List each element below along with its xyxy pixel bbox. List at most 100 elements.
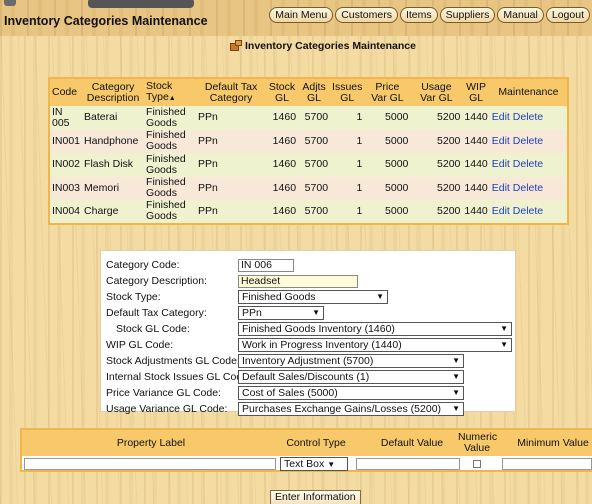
category-code-label: Category Code: [106, 259, 180, 271]
cell-tax: PPn [196, 106, 267, 130]
properties-table: Property Label Control Type Default Valu… [20, 428, 592, 472]
app-title: Inventory Categories Maintenance [4, 14, 208, 28]
numeric-value-checkbox[interactable] [473, 460, 481, 468]
cell-code: IN001 [49, 129, 83, 153]
dropdown-arrow-icon: ▼ [500, 340, 508, 349]
cell-stock-gl: 1460 [266, 200, 299, 224]
cell-stock-type: Finished Goods [144, 106, 197, 130]
edit-link[interactable]: Edit [492, 135, 510, 147]
minimum-value-header: Minimum Value [517, 437, 589, 449]
category-code-input[interactable]: IN 006 [238, 258, 294, 272]
col-adjts-gl[interactable]: Adjts GL [298, 78, 331, 106]
main-nav: Main Menu Customers Items Suppliers Manu… [269, 7, 590, 23]
nav-manual[interactable]: Manual [497, 7, 544, 23]
cell-adjts-gl: 5700 [298, 153, 331, 177]
cell-stock-gl: 1460 [266, 106, 299, 130]
cell-usage-var-gl: 5200 [410, 200, 463, 224]
cell-tax: PPn [196, 200, 267, 224]
stock-gl-select[interactable]: Finished Goods Inventory (1460) ▼ [238, 322, 512, 336]
cell-code: IN 005 [49, 106, 83, 130]
cell-price-var-gl: 5000 [364, 129, 411, 153]
property-label-header: Property Label [116, 437, 186, 449]
default-value-input[interactable] [356, 458, 460, 470]
category-description-label: Category Description: [106, 275, 207, 287]
delete-link[interactable]: Delete [513, 135, 543, 147]
stock-gl-label: Stock GL Code: [116, 323, 190, 335]
property-label-input[interactable] [24, 458, 276, 470]
col-stock-gl[interactable]: Stock GL [266, 78, 299, 106]
form-row-tax-category: Default Tax Category: PPn ▼ [101, 305, 515, 321]
edit-link[interactable]: Edit [492, 182, 510, 194]
category-form: Category Code: IN 006 Category Descripti… [100, 250, 516, 416]
delete-link[interactable]: Delete [513, 182, 543, 194]
col-usage-var-gl[interactable]: Usage Var GL [410, 78, 463, 106]
edit-link[interactable]: Edit [492, 111, 510, 123]
form-row-category-description: Category Description: Headset [101, 273, 515, 289]
table-row: IN 005 Baterai Finished Goods PPn 1460 5… [49, 106, 568, 130]
cell-tax: PPn [196, 129, 267, 153]
cell-wip-gl: 1440 [462, 129, 490, 153]
control-type-select[interactable]: Text Box ▼ [280, 457, 348, 471]
col-tax-category[interactable]: Default Tax Category [196, 78, 267, 106]
col-code[interactable]: Code [49, 78, 83, 106]
delete-link[interactable]: Delete [513, 111, 543, 123]
issues-gl-select[interactable]: Default Sales/Discounts (1) ▼ [238, 370, 464, 384]
cell-tax: PPn [196, 176, 267, 200]
cell-tax: PPn [196, 153, 267, 177]
sort-arrow-icon: ▲ [168, 95, 176, 102]
cell-issues-gl: 1 [330, 176, 365, 200]
delete-link[interactable]: Delete [513, 205, 543, 217]
cell-stock-gl: 1460 [266, 153, 299, 177]
col-stock-type[interactable]: Stock Type▲ [144, 78, 197, 106]
col-price-var-gl[interactable]: Price Var GL [364, 78, 411, 106]
form-row-issues-gl: Internal Stock Issues GL Code: Default S… [101, 369, 515, 385]
minimum-value-input[interactable] [502, 458, 592, 470]
default-value-header: Default Value [380, 437, 444, 449]
cell-stock-gl: 1460 [266, 129, 299, 153]
form-row-wip-gl: WIP GL Code: Work in Progress Inventory … [101, 337, 515, 353]
wip-gl-select[interactable]: Work in Progress Inventory (1440) ▼ [238, 338, 512, 352]
cell-maintenance: Edit Delete [489, 129, 568, 153]
col-maintenance: Maintenance [489, 78, 568, 106]
table-row: IN004 Charge Finished Goods PPn 1460 570… [49, 200, 568, 224]
cell-code: IN002 [49, 153, 83, 177]
dropdown-arrow-icon: ▼ [452, 356, 460, 365]
col-description[interactable]: Category Description [82, 78, 145, 106]
cell-price-var-gl: 5000 [364, 153, 411, 177]
nav-customers[interactable]: Customers [335, 7, 398, 23]
cell-usage-var-gl: 5200 [410, 129, 463, 153]
edit-link[interactable]: Edit [492, 205, 510, 217]
edit-link[interactable]: Edit [492, 158, 510, 170]
adjustments-gl-label: Stock Adjustments GL Code: [106, 355, 240, 367]
numeric-value-header: Numeric Value [458, 431, 498, 454]
cell-issues-gl: 1 [330, 129, 365, 153]
table-header-row: Code Category Description Stock Type▲ De… [49, 78, 568, 106]
form-row-category-code: Category Code: IN 006 [101, 257, 515, 273]
nav-main-menu[interactable]: Main Menu [269, 7, 334, 23]
cell-price-var-gl: 5000 [364, 176, 411, 200]
col-wip-gl[interactable]: WIP GL [462, 78, 490, 106]
tax-category-select[interactable]: PPn ▼ [238, 306, 324, 320]
category-description-input[interactable]: Headset [238, 274, 358, 288]
nav-logout[interactable]: Logout [545, 7, 590, 23]
col-issues-gl[interactable]: Issues GL [330, 78, 365, 106]
cell-wip-gl: 1440 [462, 106, 490, 130]
dropdown-arrow-icon: ▼ [452, 404, 460, 413]
cell-stock-type: Finished Goods [144, 176, 197, 200]
form-row-stock-gl: Stock GL Code: Finished Goods Inventory … [101, 321, 515, 337]
usage-var-gl-select[interactable]: Purchases Exchange Gains/Losses (5200) ▼ [238, 402, 464, 416]
delete-link[interactable]: Delete [513, 158, 543, 170]
nav-suppliers[interactable]: Suppliers [439, 7, 496, 23]
cell-usage-var-gl: 5200 [410, 153, 463, 177]
wip-gl-label: WIP GL Code: [106, 339, 174, 351]
form-row-price-var-gl: Price Variance GL Code: Cost of Sales (5… [101, 385, 515, 401]
form-row-adjustments-gl: Stock Adjustments GL Code: Inventory Adj… [101, 353, 515, 369]
dropdown-arrow-icon: ▼ [500, 324, 508, 333]
nav-items[interactable]: Items [399, 7, 438, 23]
cell-maintenance: Edit Delete [489, 200, 568, 224]
adjustments-gl-select[interactable]: Inventory Adjustment (5700) ▼ [238, 354, 464, 368]
cell-adjts-gl: 5700 [298, 176, 331, 200]
price-var-gl-select[interactable]: Cost of Sales (5000) ▼ [238, 386, 464, 400]
dropdown-arrow-icon: ▼ [452, 372, 460, 381]
stock-type-select[interactable]: Finished Goods ▼ [238, 290, 388, 304]
